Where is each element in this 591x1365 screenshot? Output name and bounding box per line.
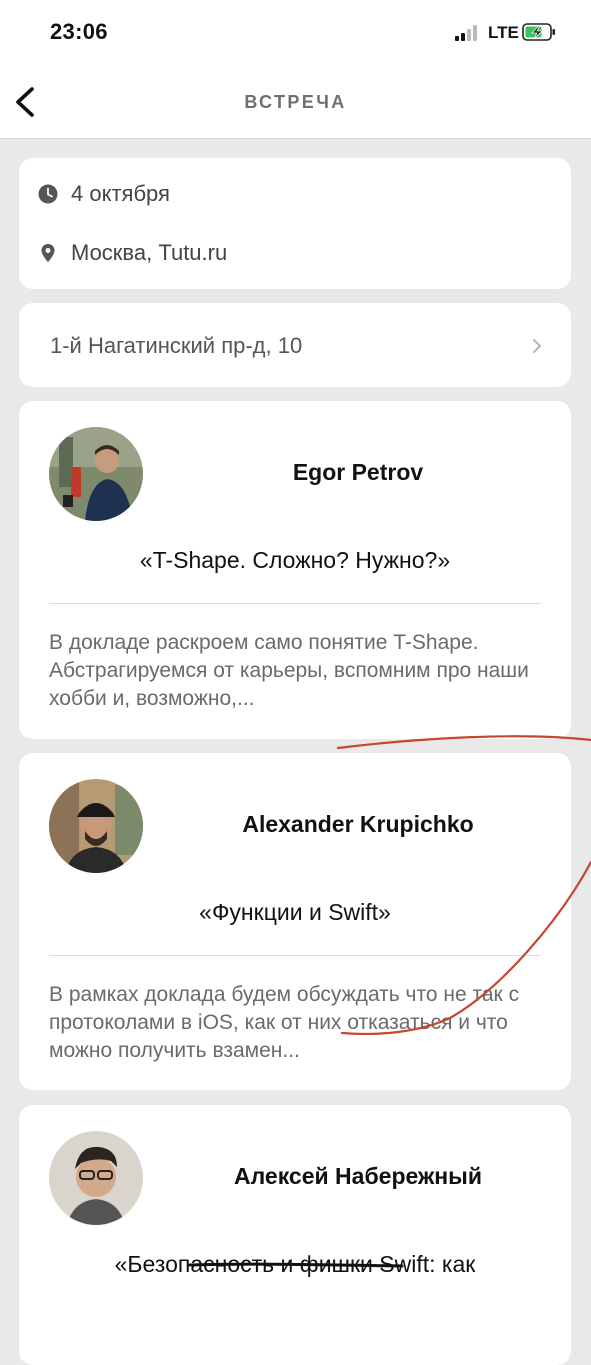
- status-bar: 23:06 LTE: [0, 0, 591, 64]
- chevron-right-icon: [532, 338, 542, 354]
- event-location: Москва, Tutu.ru: [71, 240, 228, 265]
- speaker-avatar: [49, 427, 143, 521]
- event-info-card: 4 октября Москва, Tutu.ru: [19, 158, 571, 289]
- event-address: 1-й Нагатинский пр-д, 10: [50, 333, 303, 358]
- speaker-avatar: [49, 1131, 143, 1225]
- talk-card[interactable]: Алексей Набережный «Безопасность и фишки…: [19, 1105, 571, 1365]
- divider: [49, 603, 541, 604]
- talk-card[interactable]: Alexander Krupichko «Функции и Swift» В …: [19, 753, 571, 1090]
- talk-description: В докладе раскроем само понятие T-Shape.…: [49, 631, 529, 710]
- speaker-avatar: [49, 779, 143, 873]
- talk-card[interactable]: Egor Petrov «T-Shape. Сложно? Нужно?» В …: [19, 401, 571, 739]
- speaker-name: Алексей Набережный: [234, 1163, 482, 1189]
- talk-description: В рамках доклада будем обсуждать что не …: [49, 983, 520, 1062]
- location-pin-icon: [41, 244, 55, 262]
- talk-title: «Функции и Swift»: [199, 899, 391, 925]
- clock-icon: [38, 184, 58, 204]
- page-title: ВСТРЕЧА: [244, 92, 347, 112]
- speaker-name: Alexander Krupichko: [242, 811, 474, 837]
- divider: [49, 955, 541, 956]
- address-row[interactable]: 1-й Нагатинский пр-д, 10: [19, 303, 571, 387]
- navigation-bar: ВСТРЕЧА: [0, 64, 591, 139]
- talk-title: «T-Shape. Сложно? Нужно?»: [139, 547, 451, 573]
- battery-charging-icon: [522, 23, 555, 41]
- network-type-label: LTE: [488, 23, 519, 42]
- cellular-signal-icon: [455, 25, 483, 41]
- status-time: 23:06: [50, 19, 108, 44]
- speaker-name: Egor Petrov: [292, 459, 424, 485]
- talk-title: «Безопасность и фишки Swift: как: [114, 1251, 476, 1277]
- event-date: 4 октября: [71, 181, 170, 206]
